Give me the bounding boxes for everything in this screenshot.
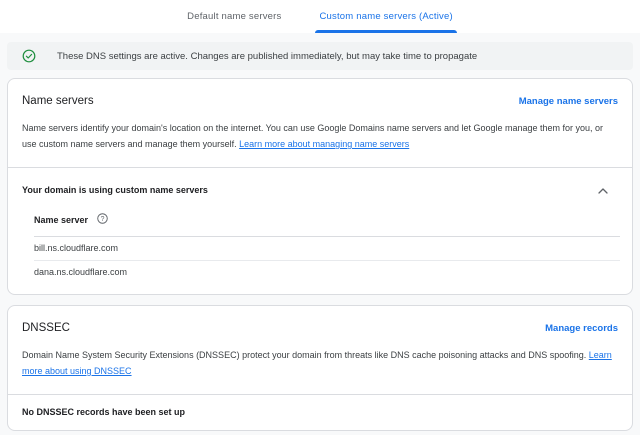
name-servers-description: Name servers identify your domain's loca… [8,108,632,152]
help-icon: ? [97,212,108,227]
tab-label: Custom name servers (Active) [319,11,453,22]
name-server-row: bill.ns.cloudflare.com [34,237,620,261]
column-header-name-server: Name server [34,214,89,225]
learn-more-name-servers-link[interactable]: Learn more about managing name servers [239,139,409,149]
tab-label: Default name servers [187,11,282,22]
status-banner-message: These DNS settings are active. Changes a… [57,50,478,62]
dnssec-empty-state: No DNSSEC records have been set up [22,407,186,417]
section-title: Your domain is using custom name servers [22,184,208,195]
name-servers-card-header: Name servers Manage name servers [8,79,632,108]
name-server-table-header: Name server ? [34,211,620,237]
tab-bar: Default name servers Custom name servers… [0,0,640,33]
tab-default-name-servers[interactable]: Default name servers [183,0,285,33]
tab-custom-name-servers[interactable]: Custom name servers (Active) [315,0,457,33]
manage-name-servers-link[interactable]: Manage name servers [519,96,618,107]
dns-settings-content: These DNS settings are active. Changes a… [0,33,640,435]
help-button[interactable]: ? [97,212,108,227]
active-tab-indicator [315,30,457,33]
custom-name-servers-section-header[interactable]: Your domain is using custom name servers [8,168,632,211]
status-banner: These DNS settings are active. Changes a… [7,42,633,70]
svg-text:?: ? [101,216,105,223]
dnssec-card: DNSSEC Manage records Domain Name System… [7,305,633,431]
dnssec-title: DNSSEC [22,322,70,334]
check-circle-icon [22,49,36,63]
dnssec-card-header: DNSSEC Manage records [8,306,632,335]
manage-records-link[interactable]: Manage records [545,323,618,334]
description-text: Domain Name System Security Extensions (… [22,350,587,360]
collapse-section-button[interactable] [598,182,608,197]
name-server-row: dana.ns.cloudflare.com [34,267,128,277]
name-server-table: Name server ? bill.ns.cloudflare.com dan… [34,211,620,284]
name-servers-title: Name servers [22,95,94,107]
dnssec-description: Domain Name System Security Extensions (… [8,335,632,379]
chevron-up-icon [598,182,608,197]
name-servers-card: Name servers Manage name servers Name se… [7,78,633,295]
